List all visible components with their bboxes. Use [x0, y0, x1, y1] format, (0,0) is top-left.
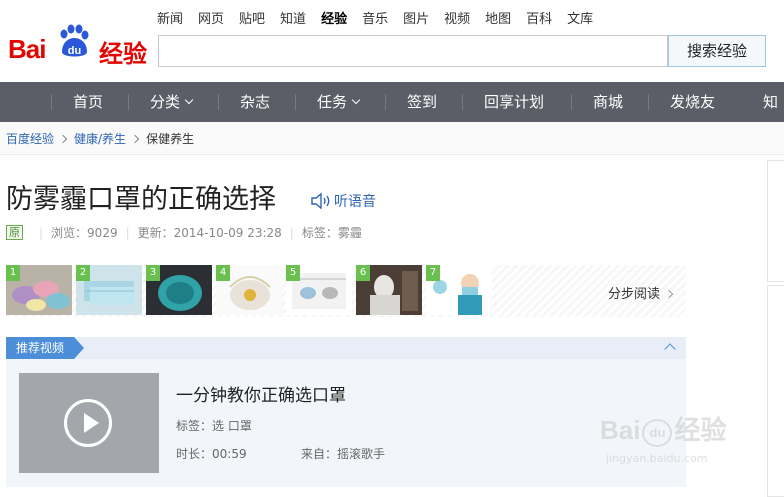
step-number: 3	[146, 265, 160, 281]
nav-divider	[51, 94, 52, 110]
logo-text-jingyan: 经验	[99, 40, 147, 68]
divider: |	[125, 225, 130, 240]
chevron-down-icon	[351, 95, 361, 105]
main-nav-label: 商城	[593, 93, 624, 111]
video-thumbnail[interactable]	[19, 373, 159, 473]
chevron-up-icon[interactable]	[664, 343, 676, 355]
main-nav-item[interactable]: 首页	[73, 82, 103, 122]
top-nav-item[interactable]: 网页	[198, 10, 224, 30]
search-button[interactable]: 搜索经验	[668, 35, 766, 67]
listen-label: 听语音	[334, 194, 376, 210]
video-source: 来自：摇滚歌手	[301, 447, 386, 461]
top-product-nav: 新闻 网页 贴吧 知道 经验 音乐 图片 视频 地图 百科 文库	[157, 10, 608, 30]
main-nav-bar: 首页 分类 杂志 任务 签到 回享计划 商城 发烧友 知道	[0, 82, 784, 151]
nav-divider	[385, 94, 386, 110]
main-nav-label: 回享计划	[484, 93, 545, 111]
recommended-video-tag: 推荐视频	[6, 337, 85, 359]
main-nav-item[interactable]: 杂志	[240, 82, 270, 122]
step-number: 5	[286, 265, 300, 281]
top-nav-item[interactable]: 经验	[321, 10, 347, 30]
nav-divider	[218, 94, 219, 110]
breadcrumb: 百度经验 健康/养生 保健养生	[6, 130, 194, 147]
original-badge: 原	[6, 225, 23, 240]
top-nav-item[interactable]: 新闻	[157, 10, 183, 30]
top-nav-item[interactable]: 地图	[485, 10, 511, 30]
main-nav-item[interactable]: 发烧友	[670, 82, 715, 122]
watermark: Bai du 经验 jingyan.baidu.com	[600, 410, 760, 480]
video-tags: 标签：选 口罩	[176, 419, 252, 433]
breadcrumb-home[interactable]: 百度经验	[6, 130, 54, 147]
main-nav-label: 分类	[150, 93, 181, 111]
chevron-down-icon	[184, 95, 194, 105]
step-thumbnail[interactable]: 6	[356, 265, 422, 315]
nav-divider	[648, 94, 649, 110]
updated-time: 更新：2014-10-09 23:28	[137, 226, 282, 240]
page-title: 防雾霾口罩的正确选择	[6, 184, 276, 215]
chevron-right-icon	[58, 134, 68, 143]
main-nav-item[interactable]: 商城	[593, 82, 623, 122]
main-nav-label: 杂志	[240, 93, 271, 111]
video-panel-header: 推荐视频	[6, 337, 686, 359]
top-nav-item[interactable]: 文库	[567, 10, 593, 30]
step-thumbnails: 1 2 3 4 5 6 7 分步阅读	[6, 265, 686, 317]
step-thumbnail[interactable]: 3	[146, 265, 212, 315]
sidebar-card	[767, 285, 784, 497]
search-input[interactable]	[158, 35, 668, 67]
video-title[interactable]: 一分钟教你正确选口罩	[176, 381, 346, 406]
paw-icon: du	[60, 24, 89, 57]
logo-text-du: du	[68, 45, 81, 57]
main-nav-label: 签到	[407, 93, 438, 111]
step-thumbnail[interactable]: 4	[216, 265, 282, 315]
main-nav-label: 任务	[317, 93, 348, 111]
top-nav-item[interactable]: 贴吧	[239, 10, 265, 30]
main-nav-label: 首页	[73, 93, 104, 111]
divider: |	[289, 225, 294, 240]
listen-audio-button[interactable]: 听语音	[310, 191, 376, 211]
main-nav-item[interactable]: 分类	[150, 82, 194, 122]
watermark-url: jingyan.baidu.com	[606, 452, 708, 465]
main-nav-label: 发烧友	[670, 93, 716, 111]
baidu-jingyan-logo[interactable]: Bai du 经验	[8, 18, 148, 68]
breadcrumb-category[interactable]: 健康/养生	[74, 130, 126, 147]
breadcrumb-bar: 百度经验 健康/养生 保健养生	[0, 122, 784, 155]
speaker-icon	[311, 192, 330, 210]
top-nav-item[interactable]: 视频	[444, 10, 470, 30]
step-number: 6	[356, 265, 370, 281]
article-meta: 原 | 浏览：9029 | 更新：2014-10-09 23:28 | 标签：雾…	[6, 224, 362, 241]
step-read-link[interactable]: 分步阅读	[607, 283, 674, 302]
play-icon[interactable]	[64, 399, 112, 447]
main-nav-item[interactable]: 签到	[407, 82, 437, 122]
watermark-logo: Bai du 经验	[600, 415, 727, 447]
step-number: 7	[426, 265, 440, 281]
nav-divider	[571, 94, 572, 110]
divider: |	[39, 225, 44, 240]
nav-divider	[462, 94, 463, 110]
step-thumbnail[interactable]: 5	[286, 265, 352, 315]
main-nav-item[interactable]: 知道	[763, 82, 784, 151]
step-number: 4	[216, 265, 230, 281]
step-thumbnail[interactable]: 1	[6, 265, 72, 315]
view-count: 浏览：9029	[51, 226, 118, 240]
top-nav-item[interactable]: 百科	[526, 10, 552, 30]
step-number: 1	[6, 265, 20, 281]
step-read-label: 分步阅读	[607, 287, 660, 302]
logo-text-bai: Bai	[8, 34, 46, 64]
chevron-right-icon	[130, 134, 140, 143]
top-nav-item[interactable]: 知道	[280, 10, 306, 30]
nav-divider	[295, 94, 296, 110]
step-number: 2	[76, 265, 90, 281]
top-nav-item[interactable]: 图片	[403, 10, 429, 30]
top-nav-item[interactable]: 音乐	[362, 10, 388, 30]
main-nav-item[interactable]: 任务	[317, 82, 361, 122]
chevron-right-icon	[664, 289, 674, 299]
step-thumbnail[interactable]: 2	[76, 265, 142, 315]
sidebar-card	[767, 160, 784, 282]
video-duration: 时长：00:59	[176, 447, 247, 461]
nav-divider	[128, 94, 129, 110]
main-nav-item[interactable]: 回享计划	[484, 82, 544, 122]
step-thumbnail[interactable]: 7	[426, 265, 492, 315]
recommended-video-panel: 推荐视频 一分钟教你正确选口罩 标签：选 口罩 时长：00:59 来自：摇滚歌手	[6, 337, 686, 487]
breadcrumb-current: 保健养生	[146, 132, 195, 146]
article-tags[interactable]: 标签：雾霾	[302, 224, 362, 241]
